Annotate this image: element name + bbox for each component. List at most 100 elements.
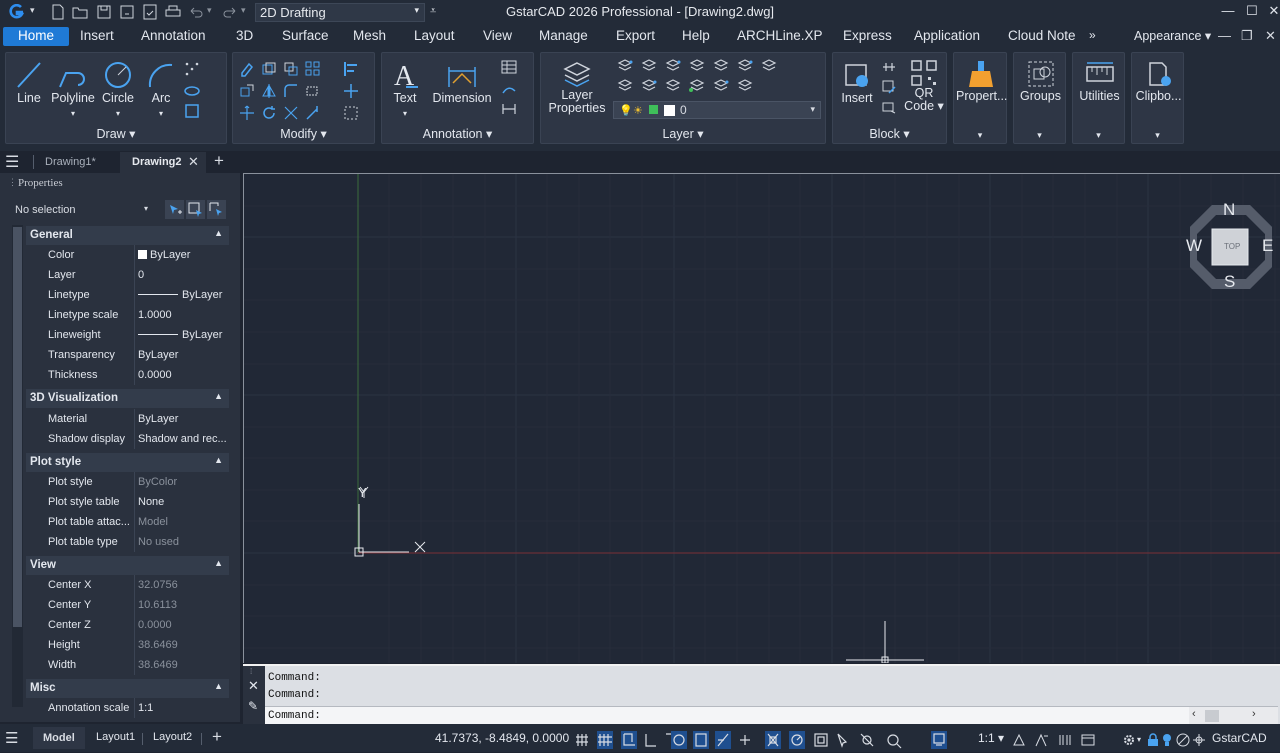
linear-dim-icon[interactable] [501,101,517,117]
trim-icon[interactable] [283,105,299,121]
tab-drawing2[interactable]: Drawing2 ✕ [120,152,206,173]
tab-insert[interactable]: Insert [80,27,114,46]
property-row[interactable]: Thickness 0.0000 [26,365,229,385]
property-row[interactable]: Plot style table None [26,492,229,512]
workspace-dropdown-icon[interactable]: ▾ [1137,735,1141,744]
tab-application[interactable]: Application [914,27,980,46]
mirror-icon[interactable] [261,83,277,99]
property-value[interactable]: None [134,492,229,512]
clean-screen-icon[interactable] [1081,733,1095,747]
property-value[interactable]: 1.0000 [134,305,229,325]
tab-layout2[interactable]: Layout2 [153,731,192,743]
viewcube-south[interactable]: S [1224,272,1235,292]
toggle-pickadd-icon[interactable] [165,200,184,219]
property-value[interactable]: 0 [134,265,229,285]
property-row[interactable]: Layer 0 [26,265,229,285]
text-button[interactable]: A Text ▾ [388,59,422,119]
viewcube-north[interactable]: N [1223,200,1235,220]
draw-panel-label[interactable]: Draw ▾ [6,126,226,141]
property-row[interactable]: Center Z 0.0000 [26,615,229,635]
align-icon[interactable] [343,61,359,77]
block-panel-label[interactable]: Block ▾ [833,126,946,141]
tab-model[interactable]: Model [33,727,85,749]
explode-icon[interactable] [343,83,359,99]
property-row[interactable]: Plot table attac... Model [26,512,229,532]
insert-button[interactable]: Insert [837,59,877,105]
hatch-icon[interactable] [184,103,200,119]
offset-icon[interactable] [343,105,359,121]
appearance-menu[interactable]: Appearance ▾ [1134,27,1211,46]
tab-export[interactable]: Export [616,27,655,46]
tab-home[interactable]: Home [3,27,70,46]
extend-icon[interactable] [305,105,321,121]
property-value[interactable]: ByLayer [134,409,229,429]
viewcube[interactable]: TOP N S W E [1186,200,1275,292]
property-row[interactable]: Center Y 10.6113 [26,595,229,615]
auto-scale-icon[interactable] [1035,733,1049,747]
annotation-panel-label[interactable]: Annotation ▾ [382,126,533,141]
property-row[interactable]: Linetype ByLayer [26,285,229,305]
line-button[interactable]: Line [12,59,46,105]
close-doc-icon[interactable]: ✕ [1265,28,1276,44]
groups-dropdown-icon[interactable]: ▾ [1014,130,1065,141]
viewcube-west[interactable]: W [1186,236,1202,256]
hamburger-menu-icon[interactable]: ☰ [5,152,19,172]
hardware-accel-icon[interactable] [1058,733,1072,747]
misc-section-header[interactable]: Misc ▲ [26,679,229,698]
property-row[interactable]: Width 38.6469 [26,655,229,675]
property-value[interactable]: 0.0000 [134,365,229,385]
select-objects-icon[interactable] [186,200,205,219]
property-row[interactable]: Height 38.6469 [26,635,229,655]
tab-cloud-note[interactable]: Cloud Note [1008,27,1076,46]
tab-surface[interactable]: Surface [282,27,329,46]
property-row[interactable]: Lineweight ByLayer [26,325,229,345]
palette-scroll-thumb[interactable] [13,227,22,627]
selection-dropdown[interactable]: No selection ▾ [10,200,154,220]
attribute-icon[interactable] [881,99,897,115]
grip-icon[interactable]: ⋮ [8,177,17,188]
minimize-button[interactable]: — [1218,3,1238,21]
utilities-button[interactable]: Utilities [1075,59,1124,103]
quick-select-icon[interactable] [207,200,226,219]
scale-icon[interactable] [239,105,255,121]
property-value[interactable]: ByLayer [134,245,229,265]
view-section-header[interactable]: View ▲ [26,556,229,575]
new-layout-icon[interactable]: + [212,727,222,747]
layer-tools-grid[interactable] [617,59,777,97]
tab-mesh[interactable]: Mesh [353,27,386,46]
tab-3d[interactable]: 3D [236,27,253,46]
tab-help[interactable]: Help [682,27,710,46]
scroll-left-icon[interactable]: ‹ [1192,708,1196,720]
tab-overflow-icon[interactable]: » [1089,27,1096,46]
table-icon[interactable] [501,59,517,75]
copy-clip-icon[interactable] [283,61,299,77]
tab-drawing1[interactable]: Drawing1* [45,156,96,168]
viewcube-top-face[interactable]: TOP [1224,242,1240,251]
utilities-dropdown-icon[interactable]: ▾ [1073,130,1124,141]
leader-icon[interactable] [501,81,517,97]
property-value[interactable]: 1:1 [134,698,229,718]
property-row[interactable]: Linetype scale 1.0000 [26,305,229,325]
edit-block-icon[interactable] [881,79,897,95]
isolate-display-icon[interactable] [1176,733,1190,747]
restore-window-icon[interactable]: ❐ [1241,28,1253,44]
clipboard-button[interactable]: Clipbo... [1134,59,1183,103]
property-row[interactable]: Annotation scale 1:1 [26,698,229,718]
property-row[interactable]: Plot style ByColor [26,472,229,492]
command-scrollbar[interactable]: ‹ › [1189,706,1278,724]
create-block-icon[interactable] [881,59,897,75]
property-row[interactable]: Transparency ByLayer [26,345,229,365]
erase-icon[interactable] [239,61,255,77]
polyline-button[interactable]: Polyline ▾ [51,59,95,119]
property-row[interactable]: Material ByLayer [26,409,229,429]
layout-menu-icon[interactable]: ☰ [5,729,18,747]
general-section-header[interactable]: General ▲ [26,226,229,245]
tab-view[interactable]: View [483,27,512,46]
property-row[interactable]: Shadow display Shadow and rec... [26,429,229,449]
drawing-canvas[interactable]: Y X TOP N S W E [243,173,1280,663]
new-tab-icon[interactable]: + [214,151,224,171]
property-value[interactable]: ByLayer [134,285,229,305]
maximize-button[interactable]: ☐ [1242,3,1262,21]
status-settings-icon[interactable] [1192,733,1206,747]
command-input[interactable]: Command: [265,706,1189,724]
